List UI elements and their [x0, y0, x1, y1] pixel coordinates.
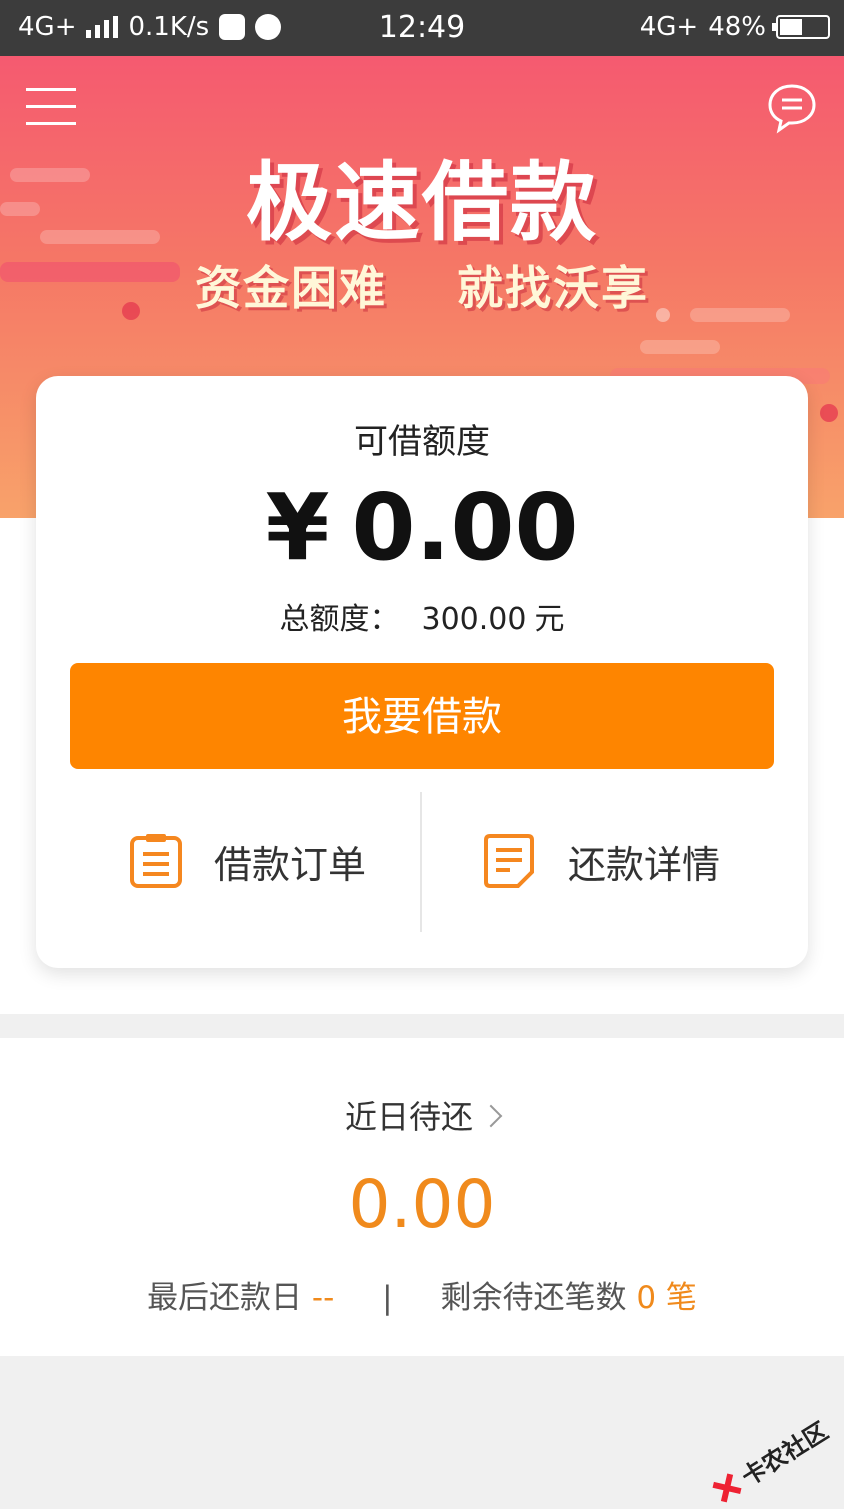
borrow-button[interactable]: 我要借款 [70, 663, 774, 769]
remaining-count-unit: 笔 [665, 1280, 697, 1316]
hamburger-menu-icon [26, 88, 76, 125]
available-amount-value: 0.00 [351, 474, 579, 581]
clipboard-icon [130, 834, 182, 888]
recent-due-meta: 最后还款日 -- | 剩余待还笔数 0 笔 [0, 1272, 844, 1317]
hero-subtitle: 资金困难 就找沃享 [0, 252, 844, 318]
status-bar: 4G+ 0.1K/s 12:49 4G+ 48% [0, 0, 844, 56]
network-type-right: 4G+ [639, 12, 699, 42]
document-list-icon [484, 834, 534, 888]
watermark: 卡农社区 [706, 1412, 833, 1509]
recent-due-section: 近日待还 0.00 最后还款日 -- | 剩余待还笔数 0 笔 [0, 1038, 844, 1356]
loan-orders-link[interactable]: 借款订单 [128, 828, 366, 894]
repayment-details-link[interactable]: 还款详情 [480, 828, 720, 894]
last-repay-date-label: 最后还款日 [147, 1280, 303, 1316]
total-credit: 总额度： 300.00 元 [36, 594, 808, 638]
remaining-count-value: 0 [636, 1280, 657, 1316]
total-credit-unit: 元 [534, 602, 565, 637]
decor-dot [820, 404, 838, 422]
watermark-text: 卡农社区 [736, 1416, 834, 1492]
hero-subtitle-right: 就找沃享 [457, 261, 649, 315]
hero-subtitle-left: 资金困难 [194, 261, 387, 315]
watermark-logo-icon [712, 1473, 742, 1502]
chat-bubble-icon [768, 84, 816, 134]
recent-due-link[interactable]: 近日待还 [0, 1092, 844, 1138]
available-credit-label: 可借额度 [354, 422, 490, 462]
last-repay-date-value: -- [311, 1280, 335, 1316]
message-button[interactable] [766, 82, 818, 134]
available-credit-amount: ¥0.00 [36, 474, 808, 581]
decor-streak [640, 340, 720, 354]
meta-separator: | [382, 1280, 393, 1316]
chevron-right-icon [479, 1104, 503, 1128]
total-credit-label: 总额度： [279, 602, 400, 637]
battery-percent: 48% [708, 12, 766, 42]
loan-orders-label: 借款订单 [214, 842, 367, 887]
quick-links-divider [420, 792, 422, 932]
repayment-details-label: 还款详情 [568, 842, 721, 887]
remaining-count-label: 剩余待还笔数 [440, 1280, 627, 1316]
recent-due-amount: 0.00 [348, 1166, 496, 1243]
menu-button[interactable] [26, 88, 76, 128]
currency-symbol: ¥ [265, 474, 330, 581]
battery-icon [772, 15, 830, 39]
status-right: 4G+ 48% [640, 12, 830, 42]
total-credit-value: 300.00 [421, 602, 527, 637]
recent-due-title: 近日待还 [344, 1098, 473, 1136]
hero-title: 极速借款 [246, 153, 598, 253]
credit-card-panel: 可借额度 ¥0.00 总额度： 300.00 元 我要借款 借款订单 还款详情 [36, 376, 808, 968]
